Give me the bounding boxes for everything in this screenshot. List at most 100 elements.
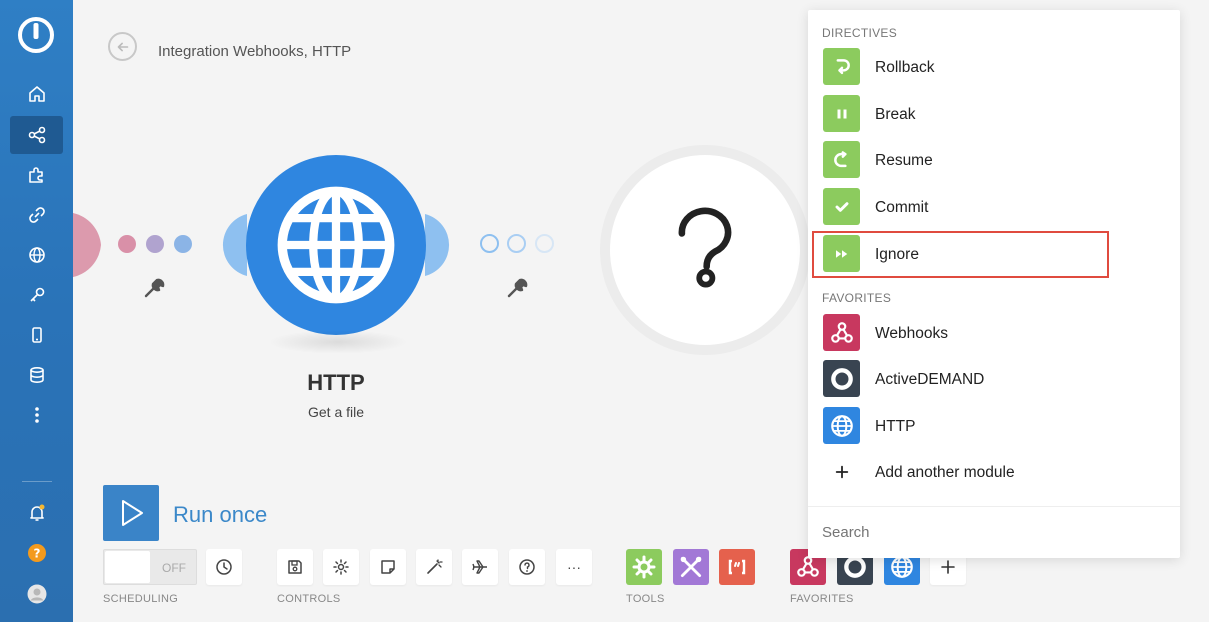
favorite-label: ActiveDEMAND (875, 371, 985, 388)
brackets-icon (728, 559, 746, 575)
home-icon[interactable] (10, 75, 63, 113)
more-options-button[interactable]: ··· (556, 549, 592, 585)
save-button[interactable] (277, 549, 313, 585)
ellipsis-icon: ··· (567, 559, 581, 575)
favorite-label: Add another module (875, 464, 1015, 481)
gear-icon (333, 559, 349, 575)
tools-icon (680, 556, 702, 578)
resume-icon (823, 141, 860, 178)
help-button[interactable] (509, 549, 545, 585)
module-subtitle: Get a file (307, 404, 365, 420)
ignore-highlight-box (812, 231, 1109, 278)
directive-label: Rollback (875, 59, 935, 76)
globe-icon (823, 407, 860, 444)
check-icon (823, 188, 860, 225)
gear-icon (632, 555, 656, 579)
question-circle-icon (519, 559, 535, 575)
favorite-activedemand[interactable]: ActiveDEMAND (808, 356, 1180, 402)
save-icon (288, 560, 302, 574)
directive-commit[interactable]: Commit (808, 184, 1180, 230)
avatar[interactable] (10, 575, 63, 613)
plus-icon (823, 453, 860, 490)
favorite-label: Webhooks (875, 325, 948, 342)
favorite-label: HTTP (875, 418, 916, 435)
directive-label: Commit (875, 199, 929, 216)
directive-label: Break (875, 106, 916, 123)
page-title: Integration Webhooks, HTTP (158, 43, 352, 60)
favorites-header: FAVORITES (822, 291, 892, 305)
sidebar: ? (0, 0, 73, 622)
connector-dot (146, 235, 164, 253)
search-input[interactable] (822, 524, 1162, 541)
puzzle-icon[interactable] (10, 156, 63, 194)
notes-button[interactable] (370, 549, 406, 585)
magic-wand-icon (427, 559, 443, 574)
toggle-state: OFF (162, 561, 186, 575)
webhooks-module-partial[interactable] (73, 205, 103, 285)
settings-button[interactable] (323, 549, 359, 585)
pause-icon (823, 95, 860, 132)
auto-align-button[interactable] (416, 549, 452, 585)
module-shadow (268, 330, 408, 354)
http-module[interactable] (246, 155, 426, 335)
connector-dot (535, 234, 554, 253)
sidebar-divider (22, 481, 52, 482)
connector-dot (118, 235, 136, 253)
clock-icon (216, 559, 232, 575)
schedule-clock-button[interactable] (206, 549, 242, 585)
bell-icon[interactable] (10, 494, 63, 532)
module-picker-panel: DIRECTIVES Rollback Break Resume Commit … (808, 10, 1180, 558)
note-icon (381, 560, 395, 574)
key-icon[interactable] (10, 276, 63, 314)
panel-divider (808, 506, 1180, 507)
add-another-module[interactable]: Add another module (808, 449, 1180, 495)
toggle-knob (105, 551, 150, 583)
globe-icon (277, 186, 395, 304)
database-icon[interactable] (10, 356, 63, 394)
directive-rollback[interactable]: Rollback (808, 44, 1180, 90)
tools-caption: TOOLS (626, 593, 665, 605)
svg-text:?: ? (33, 547, 40, 561)
connector-dot (480, 234, 499, 253)
connector-dot (507, 234, 526, 253)
activedemand-icon (823, 360, 860, 397)
link-icon[interactable] (10, 196, 63, 234)
explain-flow-button[interactable] (462, 549, 498, 585)
make-logo-icon[interactable] (18, 17, 54, 53)
placeholder-module[interactable] (610, 155, 800, 345)
directives-header: DIRECTIVES (822, 26, 898, 40)
directive-label: Resume (875, 152, 933, 169)
wrench-icon[interactable] (506, 275, 530, 299)
favorites-caption: FAVORITES (790, 593, 854, 605)
tools-text-parser-button[interactable] (719, 549, 755, 585)
module-title: HTTP (307, 370, 365, 395)
rollback-icon (823, 48, 860, 85)
question-mark-icon (678, 207, 732, 288)
scheduling-toggle[interactable]: OFF (103, 549, 197, 585)
wrench-icon[interactable] (143, 275, 167, 299)
http-right-handle (425, 214, 450, 276)
scheduling-caption: SCHEDULING (103, 593, 179, 605)
webhooks-icon (823, 314, 860, 351)
run-once-button[interactable] (103, 485, 159, 541)
tools-flow-control-button[interactable] (626, 549, 662, 585)
help-icon[interactable]: ? (10, 534, 63, 572)
http-left-handle (222, 214, 247, 276)
plus-icon (941, 560, 955, 574)
favorite-webhooks[interactable]: Webhooks (808, 310, 1180, 356)
back-button[interactable] (108, 32, 137, 61)
share-icon[interactable] (10, 116, 63, 154)
device-icon[interactable] (10, 316, 63, 354)
favorite-http[interactable]: HTTP (808, 403, 1180, 449)
airplane-icon (472, 560, 487, 574)
controls-caption: CONTROLS (277, 593, 341, 605)
play-icon (122, 500, 143, 526)
directive-resume[interactable]: Resume (808, 137, 1180, 183)
run-once-label[interactable]: Run once (173, 502, 267, 528)
directive-break[interactable]: Break (808, 91, 1180, 137)
connector-dot (174, 235, 192, 253)
globe-icon[interactable] (10, 236, 63, 274)
arrow-left-icon (117, 42, 128, 51)
more-icon[interactable] (10, 396, 63, 434)
tools-tools-button[interactable] (673, 549, 709, 585)
